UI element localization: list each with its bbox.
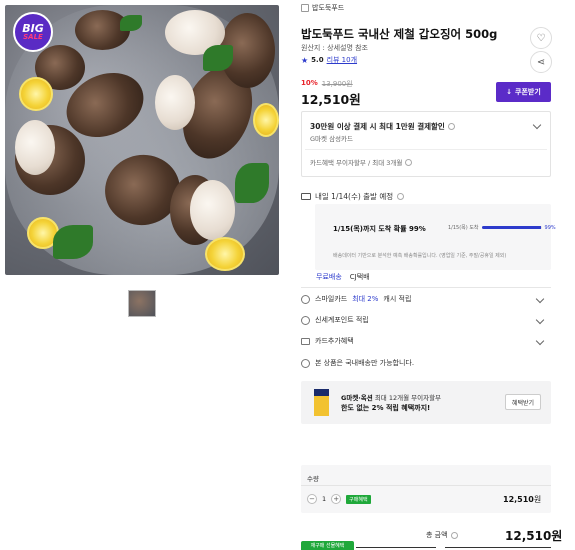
heart-icon: ♡ xyxy=(536,32,546,44)
delivery-progress: 1/15(목) 도착 99% xyxy=(448,224,556,232)
wishlist-button[interactable]: ♡ xyxy=(530,27,552,49)
promo-line1: G마켓·옥션 최대 12개월 무이자할부 xyxy=(341,394,442,402)
total-label: 총 금액 xyxy=(426,530,458,540)
quantity-label: 수량 xyxy=(307,475,319,483)
quantity-stepper[interactable]: − 1 + 구매혜택 xyxy=(307,494,371,504)
delivery-note: 배송데이터 기반으로 분석한 예측 배송확률입니다. (영업일 기준, 주말/공… xyxy=(333,253,507,259)
smile-icon xyxy=(301,294,310,304)
total-price: 12,510원 xyxy=(505,529,563,543)
rating[interactable]: ★ 5.0 리뷰 10개 xyxy=(301,55,357,65)
review-count-link[interactable]: 리뷰 10개 xyxy=(327,55,357,65)
plus-button[interactable]: + xyxy=(331,494,342,504)
divider xyxy=(301,485,551,486)
globe-icon xyxy=(301,358,310,368)
shipping-header: 내일 1/14(수) 출발 예정 xyxy=(301,191,405,202)
add-to-cart-button[interactable] xyxy=(445,547,551,548)
card-icon xyxy=(301,337,310,345)
chevron-down-icon xyxy=(535,315,545,325)
truck-icon xyxy=(301,193,311,200)
big-sale-badge: BIG SALE xyxy=(13,12,53,52)
divider xyxy=(305,149,547,150)
chevron-down-icon xyxy=(535,336,545,346)
info-icon[interactable] xyxy=(405,158,413,166)
product-thumbnail[interactable] xyxy=(128,290,156,317)
domestic-note: 본 상품은 국내배송만 가능합니다. xyxy=(301,354,551,372)
divider xyxy=(301,287,551,288)
discount-row: 10% 13,900원 xyxy=(301,79,353,89)
store-link[interactable]: 밥도둑푸드 xyxy=(301,2,344,14)
info-icon[interactable] xyxy=(447,123,455,130)
info-icon[interactable] xyxy=(397,193,405,200)
buy-now-button[interactable] xyxy=(356,547,436,548)
original-price: 13,900원 xyxy=(321,80,353,88)
repurchase-gift-tag: 재구매 선물혜택 xyxy=(301,541,354,550)
chevron-down-icon xyxy=(535,294,545,304)
benefit-row-smilecard[interactable]: 스마일카드 최대 2% 캐시 적립 xyxy=(301,290,551,308)
purchase-benefit-tag: 구매혜택 xyxy=(346,494,371,504)
promo-benefit-button[interactable]: 혜택받기 xyxy=(505,394,541,410)
card-logo xyxy=(314,389,329,416)
card-offer-subtitle: G마켓 삼성카드 xyxy=(310,135,353,143)
download-icon: ↓ xyxy=(506,88,513,96)
card-offer-title: 30만원 이상 결제 시 최대 1만원 결제할인 xyxy=(310,121,455,132)
share-button[interactable]: ⋖ xyxy=(530,51,552,73)
free-shipping: 무료배송 xyxy=(316,273,342,281)
product-origin: 원산지 : 상세설명 참조 xyxy=(301,44,368,52)
discount-percent: 10% xyxy=(301,79,318,87)
rating-score: 5.0 xyxy=(311,56,324,64)
star-icon: ★ xyxy=(301,55,309,65)
shipping-method: 무료배송 CJ택배 xyxy=(316,272,370,282)
progress-bar xyxy=(481,226,542,229)
benefit-row-shinsegae[interactable]: 신세계포인트 적립 xyxy=(301,311,551,329)
promo-line2: 한도 없는 2% 적립 혜택까지! xyxy=(341,404,431,412)
quantity-value[interactable]: 1 xyxy=(322,495,326,503)
delivery-probability-box xyxy=(315,204,551,270)
benefit-row-card[interactable]: 카드추가혜택 xyxy=(301,332,551,350)
minus-button[interactable]: − xyxy=(307,494,317,504)
info-icon[interactable] xyxy=(450,531,458,539)
product-title: 밥도둑푸드 국내산 제철 갑오징어 500g xyxy=(301,27,498,41)
quantity-price: 12,510원 xyxy=(503,495,542,504)
delivery-probability: 1/15(목)까지 도착 확률 99% xyxy=(333,225,426,233)
quantity-box xyxy=(301,465,551,513)
sale-price: 12,510원 xyxy=(301,92,361,107)
coupon-button[interactable]: ↓ 쿠폰받기 xyxy=(496,82,551,102)
store-icon xyxy=(301,4,309,12)
share-icon: ⋖ xyxy=(536,56,546,68)
points-icon xyxy=(301,315,310,325)
card-installment: 카드혜택 무이자할부 / 최대 3개월 xyxy=(310,157,413,167)
carrier: CJ택배 xyxy=(349,273,370,281)
